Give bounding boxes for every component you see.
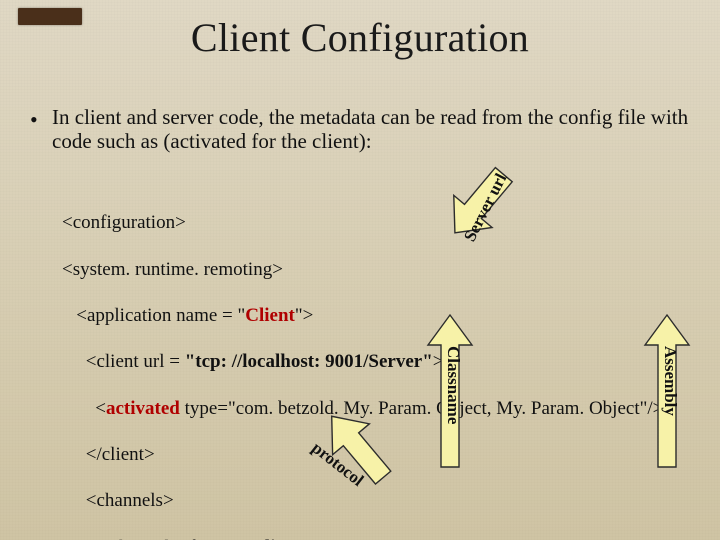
bullet-text: • In client and server code, the metadat… [52,105,694,153]
code-line: </client> [62,443,663,466]
code-line: <configuration> [62,211,663,234]
code-line: <application name = "Client"> [62,304,663,327]
code-line: <client url = "tcp: //localhost: 9001/Se… [62,350,663,373]
code-line: <activated type="com. betzold. My. Param… [62,397,663,420]
code-line: <system. runtime. remoting> [62,258,663,281]
config-code: <configuration> <system. runtime. remoti… [62,188,663,540]
bullet-content: In client and server code, the metadata … [52,105,688,153]
slide-title: Client Configuration [0,14,720,61]
slide: Client Configuration • In client and ser… [0,0,720,540]
code-line: <channels> [62,489,663,512]
code-line: <channel ref = "tcp client"/> [62,536,663,540]
bullet-dot-icon: • [30,107,38,132]
